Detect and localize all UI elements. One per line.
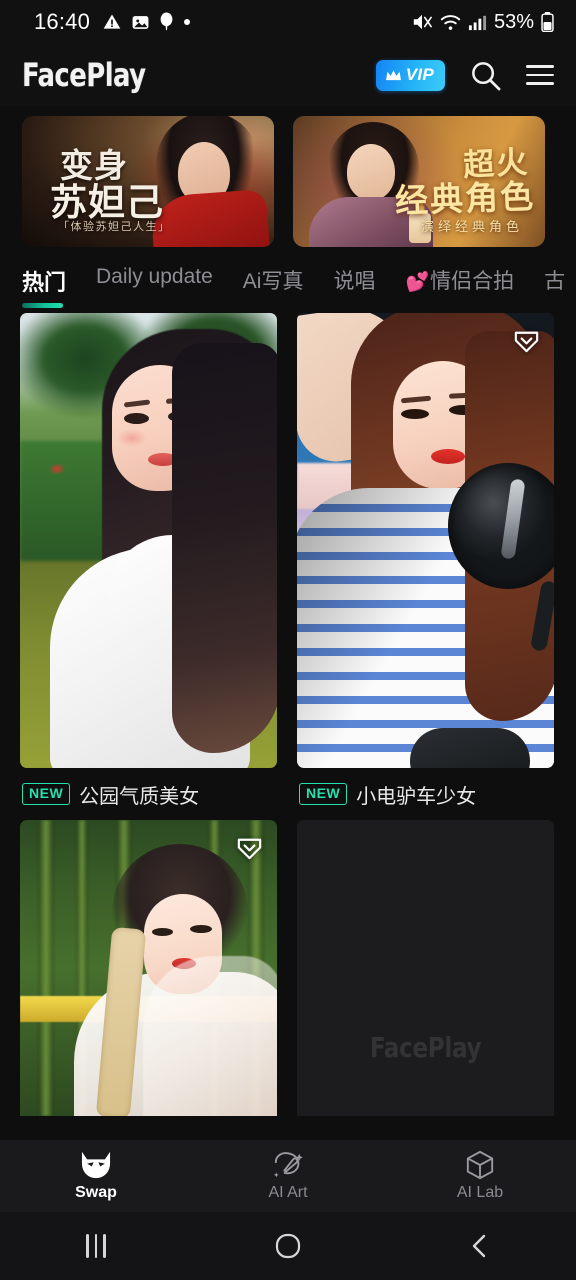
vip-button[interactable]: VIP xyxy=(375,59,445,91)
nav-item-swap[interactable]: Swap xyxy=(0,1150,192,1202)
search-icon[interactable] xyxy=(469,59,502,92)
vip-label: VIP xyxy=(405,65,434,84)
wifi-icon xyxy=(440,12,461,32)
cat-mask-icon xyxy=(78,1150,114,1180)
tab-label: Ai写真 xyxy=(242,270,304,293)
app-logo: FacePlay xyxy=(22,56,146,94)
template-thumbnail[interactable] xyxy=(297,313,554,768)
nav-label: AI Lab xyxy=(456,1184,504,1201)
category-tab-bar[interactable]: 热门 Daily update Ai写真 说唱 💕情侣合拍 古 xyxy=(0,247,576,309)
status-bar-right-icons: 53% xyxy=(411,11,554,34)
status-bar-clock: 16:40 xyxy=(34,9,91,34)
tab-couple-shoot[interactable]: 💕情侣合拍 xyxy=(405,265,514,306)
tab-rap[interactable]: 说唱 xyxy=(333,265,375,306)
nav-label: AI Art xyxy=(268,1184,308,1201)
banner-card[interactable]: 超火 经典角色 演绎经典角色 xyxy=(293,116,545,247)
banner-subtitle: 「体验苏妲己人生」 xyxy=(58,221,171,233)
tab-label: 说唱 xyxy=(333,270,376,293)
banner-subtitle: 演绎经典角色 xyxy=(420,219,523,234)
list-item[interactable] xyxy=(20,820,279,1116)
banner-text-group: 变身 苏妲己 「体验苏妲己人生」 xyxy=(22,116,274,247)
placeholder-watermark: FacePlay xyxy=(369,1031,482,1064)
nav-item-ai-art[interactable]: AI Art xyxy=(192,1150,384,1202)
nav-item-ai-lab[interactable]: AI Lab xyxy=(384,1150,576,1202)
tab-hot[interactable]: 热门 xyxy=(22,265,66,308)
heart-outline-icon[interactable] xyxy=(511,325,542,356)
back-icon[interactable] xyxy=(384,1232,576,1260)
tab-label: Daily update xyxy=(96,265,213,288)
tab-label: 古 xyxy=(544,270,566,293)
template-thumbnail[interactable] xyxy=(20,820,277,1116)
template-thumbnail[interactable] xyxy=(20,313,277,768)
bottom-navigation-bar[interactable]: Swap AI Art AI Lab xyxy=(0,1140,576,1212)
cellular-signal-icon xyxy=(468,13,487,32)
list-item[interactable]: FacePlay xyxy=(297,820,556,1116)
two-hearts-icon: 💕 xyxy=(405,272,430,293)
image-icon xyxy=(131,13,150,32)
dot-icon xyxy=(183,18,191,26)
hamburger-menu-icon[interactable] xyxy=(526,65,554,85)
recents-icon[interactable] xyxy=(0,1234,192,1258)
status-bar-left-icons xyxy=(102,12,191,32)
home-icon[interactable] xyxy=(192,1232,384,1260)
tab-ancient[interactable]: 古 xyxy=(544,265,565,306)
mute-icon xyxy=(411,12,433,32)
battery-icon xyxy=(541,12,554,32)
card-meta: NEW 公园气质美女 xyxy=(20,768,279,820)
banner-title-line2: 经典角色 xyxy=(394,176,536,221)
tab-daily-update[interactable]: Daily update xyxy=(96,265,213,300)
template-thumbnail-placeholder[interactable]: FacePlay xyxy=(297,820,554,1116)
heart-outline-icon[interactable] xyxy=(234,832,265,863)
tab-label: 热门 xyxy=(22,270,67,295)
balloon-icon xyxy=(159,12,174,32)
banner-card[interactable]: 变身 苏妲己 「体验苏妲己人生」 xyxy=(22,116,274,247)
nav-label: Swap xyxy=(75,1184,117,1201)
cube-icon xyxy=(464,1150,496,1180)
tab-active-indicator xyxy=(22,303,63,308)
list-item[interactable]: NEW 公园气质美女 xyxy=(20,313,279,820)
status-badge: NEW xyxy=(22,783,71,805)
app-header: FacePlay VIP xyxy=(0,44,576,106)
app-screen: 16:40 53% FacePlay VIP 变身 苏妲己 「体验苏妲己人生」 … xyxy=(0,0,576,1280)
tab-label: 情侣合拍 xyxy=(430,270,515,293)
card-title: 小电驴车少女 xyxy=(356,785,477,808)
app-header-actions: VIP xyxy=(375,59,554,92)
status-badge: NEW xyxy=(299,783,348,805)
tab-ai-photo[interactable]: Ai写真 xyxy=(243,265,304,306)
paint-brush-sparkle-icon xyxy=(270,1150,306,1180)
battery-percent-label: 53% xyxy=(493,10,534,33)
banner-carousel[interactable]: 变身 苏妲己 「体验苏妲己人生」 超火 经典角色 演绎经典角色 xyxy=(0,106,576,247)
list-item[interactable]: NEW 小电驴车少女 xyxy=(297,313,556,820)
crown-icon xyxy=(385,69,402,82)
status-bar: 16:40 53% xyxy=(0,0,576,44)
android-navigation-bar[interactable] xyxy=(0,1212,576,1280)
card-title: 公园气质美女 xyxy=(79,785,200,808)
template-grid: NEW 公园气质美女 NEW 小电驴车少女 FacePlay xyxy=(0,309,576,1116)
card-meta: NEW 小电驴车少女 xyxy=(297,768,556,820)
banner-text-group: 超火 经典角色 演绎经典角色 xyxy=(293,116,545,247)
warning-triangle-icon xyxy=(102,12,122,32)
